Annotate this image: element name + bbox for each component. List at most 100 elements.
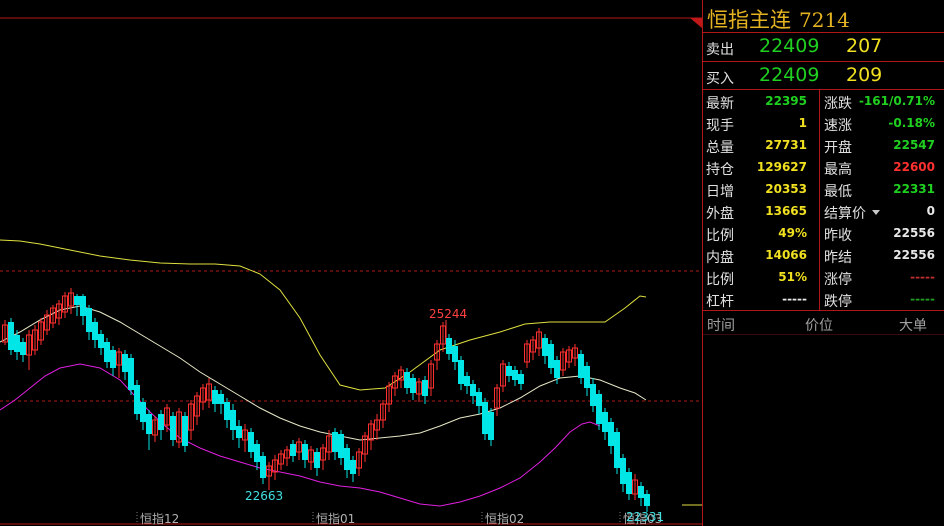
candle: [368, 420, 374, 450]
candle: [602, 408, 608, 440]
candle: [632, 474, 638, 500]
stat-label: 总量: [706, 140, 734, 156]
stat-value: -161/0.71%: [858, 94, 935, 108]
candle: [362, 432, 368, 462]
candle: [284, 446, 290, 466]
candle: [374, 414, 380, 440]
sell-label: 卖出: [706, 42, 734, 58]
candle: [56, 300, 62, 325]
candle-body: [596, 394, 602, 424]
candle-body: [182, 416, 188, 446]
divider: [703, 310, 944, 311]
candle-body: [314, 452, 320, 468]
candle-body: [236, 426, 242, 438]
candle: [44, 310, 50, 335]
stat-value: 20353: [765, 182, 807, 196]
candle-body: [608, 422, 614, 446]
candle-body: [92, 322, 98, 340]
stat-row: 最新 22395 涨跌 -161/0.71%: [703, 91, 944, 113]
candle-body: [122, 354, 128, 372]
candle-body: [20, 342, 26, 355]
candle-body: [8, 322, 14, 350]
stat-value: 49%: [778, 226, 807, 240]
candle-body: [422, 380, 428, 396]
stat-label: 日增: [706, 184, 734, 200]
kline-chart[interactable]: 恒指12 恒指01 恒指02 恒指03 25244 22663 22331: [0, 0, 702, 526]
candle-body: [230, 410, 236, 430]
stat-value: -----: [782, 292, 807, 306]
stat-value: 0: [926, 204, 935, 218]
candle: [86, 305, 92, 340]
candle: [638, 482, 644, 506]
ticks-header-price: 价位: [805, 318, 833, 334]
candle-body: [98, 334, 104, 348]
candle: [644, 490, 650, 512]
divider: [703, 334, 944, 335]
candle: [266, 462, 272, 490]
kline-svg[interactable]: 恒指12 恒指01 恒指02 恒指03252442266322331: [0, 0, 702, 526]
buy-price: 22409: [759, 64, 820, 86]
candle: [104, 338, 110, 368]
sell-row[interactable]: 卖出 22409 207: [703, 33, 944, 61]
candle: [536, 328, 542, 356]
stat-row: 外盘 13665 结算价 0: [703, 201, 944, 223]
candle-body: [104, 342, 110, 362]
stat-value: 129627: [756, 160, 807, 174]
stat-value: 13665: [765, 204, 807, 218]
candle: [116, 348, 122, 378]
candle: [290, 440, 296, 462]
candle: [476, 388, 482, 414]
candle: [596, 390, 602, 430]
quote-panel: 恒指主连 7214 卖出 22409 207 买入 22409 209 最新 223…: [702, 0, 944, 526]
candle-body: [110, 350, 116, 368]
candle: [308, 446, 314, 470]
candle: [80, 294, 86, 325]
candle-body: [542, 338, 548, 356]
stat-value: 14066: [765, 248, 807, 262]
candle-body: [452, 346, 458, 362]
candle: [2, 320, 8, 345]
stat-row: 持仓 129627 最高 22600: [703, 157, 944, 179]
candle: [548, 340, 554, 374]
candle: [434, 340, 440, 370]
stat-row: 日增 20353 最低 22331: [703, 179, 944, 201]
candle-body: [488, 412, 494, 440]
candle-body: [518, 374, 524, 384]
candle: [404, 368, 410, 394]
candle: [8, 318, 14, 355]
buy-row[interactable]: 买入 22409 209: [703, 62, 944, 90]
candle-body: [470, 384, 476, 396]
candle: [566, 346, 572, 368]
stat-label: 速涨: [824, 118, 852, 134]
candle: [272, 455, 278, 480]
candle: [458, 356, 464, 390]
candle: [248, 428, 254, 458]
candle: [584, 362, 590, 396]
candle: [344, 444, 350, 478]
month-label: 恒指02: [485, 511, 524, 526]
candle-body: [302, 444, 308, 460]
candle: [74, 294, 80, 316]
candle-body: [212, 390, 218, 404]
candle: [188, 400, 194, 440]
candle-body: [644, 494, 650, 506]
candle-body: [554, 360, 560, 378]
candle: [242, 424, 248, 452]
candle-body: [458, 360, 464, 384]
candle-body: [128, 358, 134, 390]
stat-value: -----: [910, 292, 935, 306]
candle: [338, 430, 344, 465]
stat-label: 昨收: [824, 228, 852, 244]
sell-price: 22409: [759, 35, 820, 57]
stat-label: 比例: [706, 228, 734, 244]
candle: [446, 334, 452, 360]
candle: [320, 444, 326, 470]
candle: [182, 412, 188, 452]
stat-label: 杠杆: [706, 294, 734, 310]
candle: [356, 448, 362, 476]
stat-label: 涨跌: [824, 96, 852, 112]
dropdown-arrow-icon[interactable]: [872, 210, 880, 215]
corner-marker-icon: [690, 18, 702, 28]
candle-body: [260, 456, 266, 478]
candle: [236, 420, 242, 448]
